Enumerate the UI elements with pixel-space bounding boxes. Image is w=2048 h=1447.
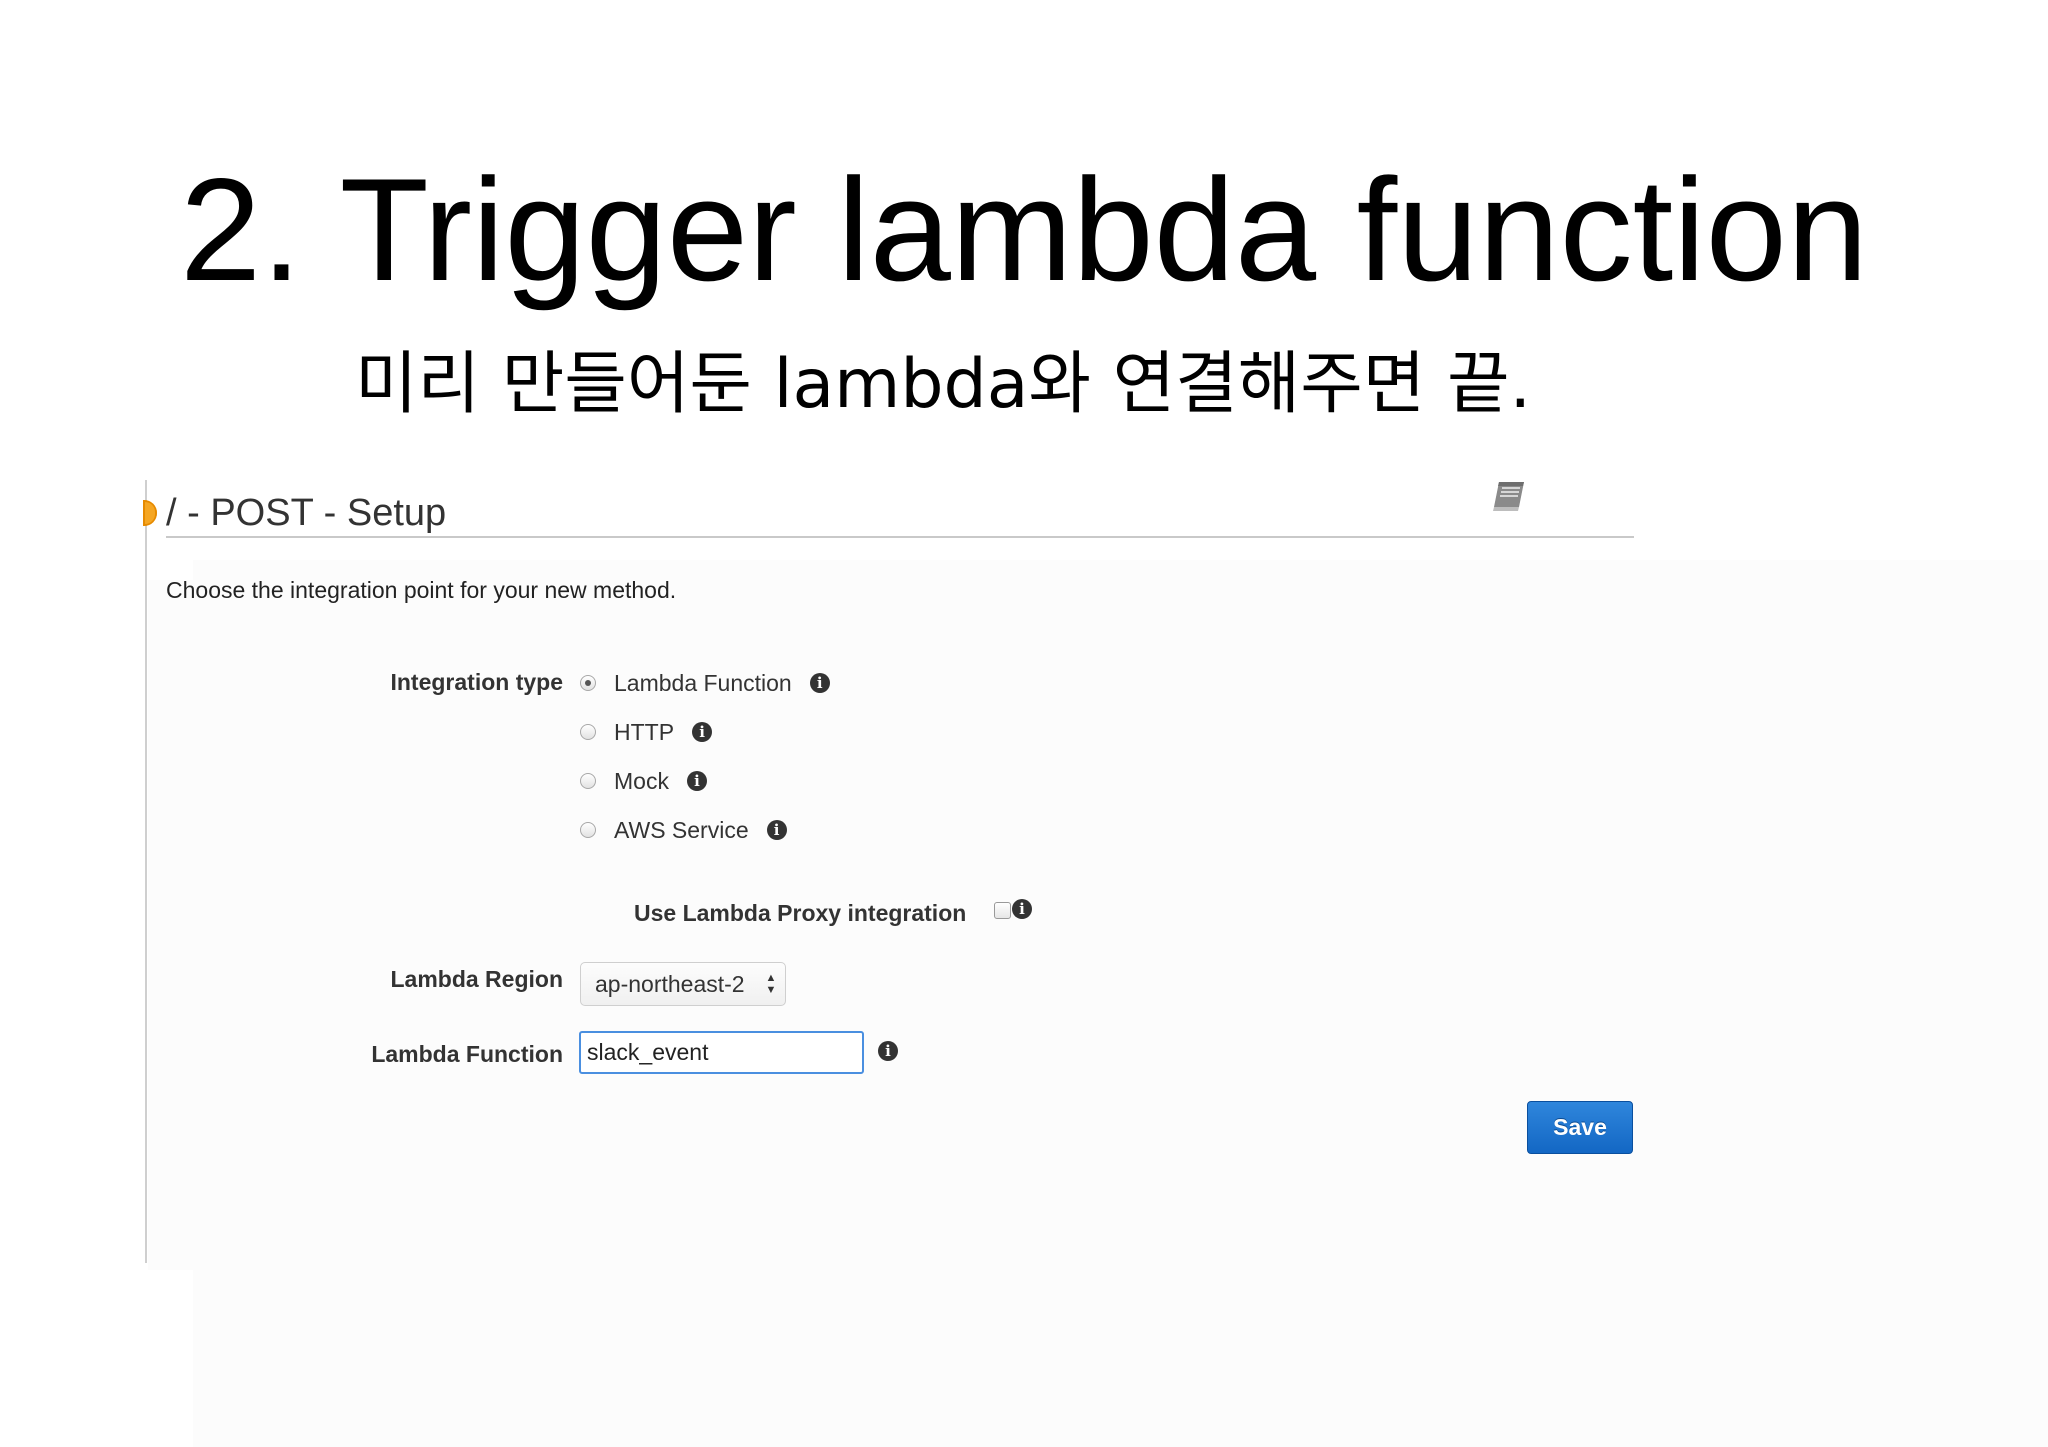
lambda-function-input[interactable]: slack_event (579, 1031, 864, 1074)
proxy-integration-label: Use Lambda Proxy integration (634, 900, 967, 926)
radio-button[interactable] (580, 822, 596, 838)
info-icon[interactable]: i (1012, 899, 1032, 919)
info-icon[interactable]: i (878, 1041, 898, 1061)
region-select-value: ap-northeast-2 (595, 971, 745, 997)
lambda-region-select[interactable]: ap-northeast-2 ▲ ▼ (580, 962, 786, 1006)
info-icon[interactable]: i (686, 771, 707, 791)
radio-label: Lambda Function (614, 670, 792, 696)
radio-option-aws-service[interactable]: AWS Service i (580, 814, 787, 846)
radio-option-mock[interactable]: Mock i (580, 765, 707, 797)
radio-label: AWS Service (614, 817, 749, 843)
info-icon[interactable]: i (692, 722, 713, 742)
radio-button-selected[interactable] (580, 675, 596, 691)
slide-subtitle: 미리 만들어둔 lambda와 연결해주면 끝. (355, 345, 1532, 424)
info-icon[interactable]: i (766, 820, 787, 840)
radio-label: Mock (614, 768, 669, 794)
lambda-function-label: Lambda Function (371, 1041, 563, 1067)
integration-type-label: Integration type (390, 669, 563, 695)
radio-label: HTTP (614, 719, 675, 745)
book-icon[interactable] (1490, 478, 1528, 512)
info-icon[interactable]: i (809, 673, 830, 693)
lambda-region-label: Lambda Region (390, 966, 563, 992)
method-status-indicator (143, 500, 157, 526)
proxy-integration-checkbox[interactable] (994, 902, 1011, 919)
select-arrows-icon: ▲ ▼ (765, 972, 777, 996)
intro-text: Choose the integration point for your ne… (166, 577, 677, 603)
panel-left-border (145, 480, 147, 1263)
radio-option-http[interactable]: HTTP i (580, 716, 713, 748)
radio-button[interactable] (580, 773, 596, 789)
panel-heading: / - POST - Setup (166, 492, 447, 534)
radio-button[interactable] (580, 724, 596, 740)
save-button[interactable]: Save (1527, 1101, 1633, 1154)
heading-divider (166, 536, 1634, 538)
slide-title: 2. Trigger lambda function (179, 148, 1869, 311)
radio-option-lambda-function[interactable]: Lambda Function i (580, 667, 830, 699)
